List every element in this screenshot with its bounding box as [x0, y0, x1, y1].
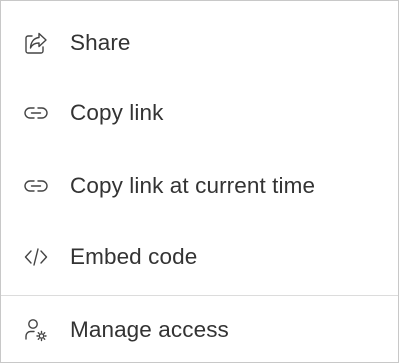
menu-divider: [1, 295, 398, 296]
share-icon: [23, 30, 49, 56]
context-menu: Share Copy link Copy link at current tim…: [0, 0, 399, 363]
menu-item-embed-code[interactable]: Embed code: [1, 227, 398, 287]
manage-access-icon: [23, 317, 49, 343]
menu-item-copy-link-at-current-time[interactable]: Copy link at current time: [1, 156, 398, 216]
menu-item-label: Copy link: [70, 100, 164, 125]
menu-item-label: Manage access: [70, 317, 229, 342]
menu-item-label: Embed code: [70, 244, 198, 269]
link-icon: [23, 100, 49, 126]
menu-item-copy-link[interactable]: Copy link: [1, 83, 398, 143]
code-icon: [23, 244, 49, 270]
menu-item-manage-access[interactable]: Manage access: [1, 300, 398, 360]
menu-item-share[interactable]: Share: [1, 13, 398, 73]
link-icon: [23, 173, 49, 199]
menu-item-label: Copy link at current time: [70, 173, 316, 198]
menu-item-label: Share: [70, 30, 131, 55]
